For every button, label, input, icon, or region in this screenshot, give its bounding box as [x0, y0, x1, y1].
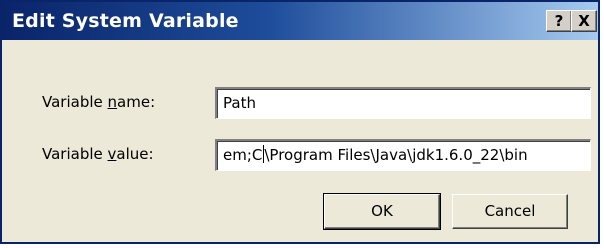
variable-value-text-end: \Program Files\Java\jdk1.6.0_22\bin	[264, 146, 528, 164]
variable-value-label-text: Variable	[42, 145, 108, 163]
variable-name-value: Path	[223, 94, 256, 112]
variable-value-field[interactable]: em;C \Program Files\Java\jdk1.6.0_22\bin	[215, 139, 591, 171]
variable-name-label-text-end: ame:	[117, 93, 156, 111]
window-title: Edit System Variable	[12, 10, 239, 32]
help-button[interactable]: ?	[546, 10, 572, 32]
title-bar[interactable]: Edit System Variable ? X	[2, 2, 598, 40]
close-button[interactable]: X	[571, 10, 597, 32]
edit-system-variable-dialog: Edit System Variable ? X Variable name: …	[0, 0, 600, 244]
cancel-button[interactable]: Cancel	[452, 194, 568, 229]
variable-name-label-accelerator: n	[107, 93, 118, 111]
variable-value-label: Variable value:	[42, 145, 154, 163]
variable-name-label-text: Variable	[42, 93, 108, 111]
variable-name-label: Variable name:	[42, 93, 155, 111]
ok-button[interactable]: OK	[323, 193, 441, 230]
variable-value-text-start: em;C	[223, 146, 263, 164]
variable-value-label-text-end: alue:	[116, 145, 154, 163]
variable-name-field[interactable]: Path	[215, 87, 591, 119]
